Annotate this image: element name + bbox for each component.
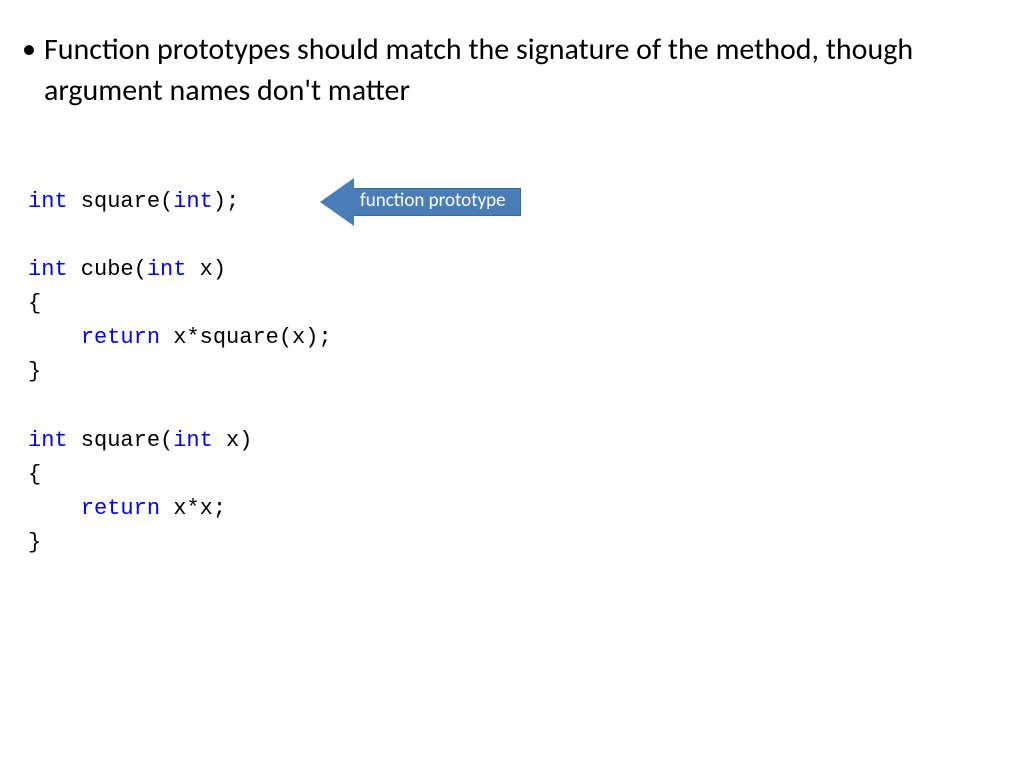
code-keyword: return <box>81 325 160 350</box>
code-text: x*x; <box>160 496 226 521</box>
arrow-left-icon <box>320 178 354 226</box>
code-text: x) <box>213 428 253 453</box>
code-keyword: int <box>173 428 213 453</box>
code-text: } <box>28 530 41 555</box>
code-keyword: int <box>173 189 213 214</box>
code-indent <box>28 496 81 521</box>
bullet-item: • Function prototypes should match the s… <box>22 30 994 111</box>
code-keyword: int <box>28 189 68 214</box>
bullet-text: Function prototypes should match the sig… <box>44 30 994 111</box>
code-block: int square(int); int cube(int x) { retur… <box>28 185 332 560</box>
code-text: { <box>28 462 41 487</box>
bullet-dot-icon: • <box>22 30 36 68</box>
code-keyword: int <box>147 257 187 282</box>
code-keyword: int <box>28 428 68 453</box>
code-text: square( <box>68 189 174 214</box>
code-text: { <box>28 291 41 316</box>
code-text: square( <box>68 428 174 453</box>
code-keyword: return <box>81 496 160 521</box>
code-text: cube( <box>68 257 147 282</box>
code-keyword: int <box>28 257 68 282</box>
callout-label: function prototype <box>360 191 506 211</box>
code-indent <box>28 325 81 350</box>
code-text: x*square(x); <box>160 325 332 350</box>
code-text: } <box>28 359 41 384</box>
bullet-section: • Function prototypes should match the s… <box>22 30 994 111</box>
code-text: ); <box>213 189 239 214</box>
callout-arrow-label: function prototype <box>320 178 521 226</box>
code-text: x) <box>186 257 226 282</box>
callout-body: function prototype <box>354 188 521 216</box>
